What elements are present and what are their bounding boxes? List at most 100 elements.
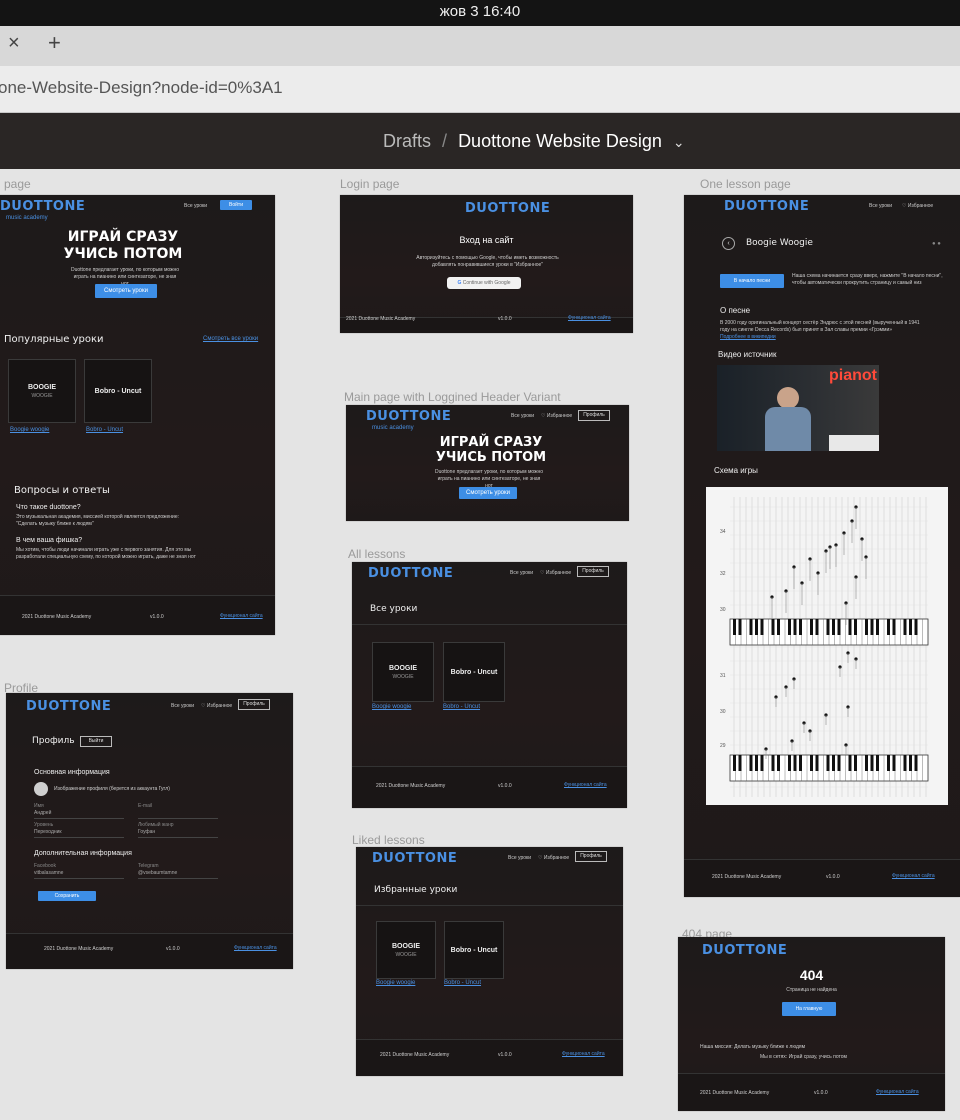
- back-arrow-icon[interactable]: ‹: [722, 237, 735, 250]
- name-field[interactable]: Андрей: [34, 810, 124, 819]
- frame-one-lesson[interactable]: DUOTTONE Все уроки ♡ Избранное ‹ Boogie …: [684, 195, 960, 897]
- logo-subtitle: music academy: [6, 215, 48, 221]
- see-all-link[interactable]: Смотреть все уроки: [203, 336, 258, 342]
- page-title: Все уроки: [370, 604, 418, 614]
- about-text: В 2000 году оригинальный концерт сестёр …: [720, 320, 920, 333]
- avatar[interactable]: [34, 782, 48, 796]
- frame-liked-lessons[interactable]: DUOTTONE Все уроки ♡ Избранное Профиль И…: [356, 847, 623, 1076]
- nav-all-lessons[interactable]: Все уроки: [510, 570, 533, 576]
- start-song-button[interactable]: В начало песни: [720, 274, 784, 288]
- profile-button[interactable]: Профиль: [577, 566, 609, 577]
- footer-link[interactable]: Функционал сайта: [892, 873, 935, 879]
- telegram-field[interactable]: @vsebaumtamne: [138, 870, 218, 879]
- about-link[interactable]: Подробнее в википедии: [720, 334, 776, 340]
- footer-copyright: 2021 Duottone Music Academy: [22, 614, 92, 620]
- error-code: 404: [799, 967, 824, 983]
- video-embed[interactable]: pianot: [717, 365, 879, 451]
- close-tab-icon[interactable]: ×: [8, 32, 20, 55]
- divider: [352, 624, 627, 625]
- scheme-tick: 30: [720, 607, 726, 613]
- card-link[interactable]: Boogie woogie: [376, 980, 415, 986]
- about-title: О песне: [720, 306, 751, 315]
- new-tab-button[interactable]: +: [48, 30, 61, 56]
- hero-line-1: ИГРАЙ СРАЗУ: [439, 435, 543, 450]
- frame-login-page[interactable]: DUOTTONE Вход на сайт Авторизуйтесь с по…: [340, 195, 633, 333]
- nav-favorites[interactable]: ♡ Избранное: [201, 703, 232, 709]
- nav-all-lessons[interactable]: Все уроки: [184, 203, 207, 209]
- footer-link[interactable]: Функционал сайта: [562, 1051, 605, 1057]
- login-button[interactable]: Войти: [220, 200, 252, 210]
- frame-label-liked[interactable]: Liked lessons: [352, 833, 425, 847]
- nav-favorites[interactable]: ♡ Избранное: [541, 413, 572, 419]
- login-title: Вход на сайт: [459, 235, 514, 245]
- frame-all-lessons[interactable]: DUOTTONE Все уроки ♡ Избранное Профиль В…: [352, 562, 627, 808]
- card-link[interactable]: Bobro - Uncut: [444, 980, 481, 986]
- card-link[interactable]: Boogie woogie: [372, 704, 411, 710]
- hero-button[interactable]: Смотреть уроки: [459, 487, 517, 499]
- profile-button[interactable]: Профиль: [578, 410, 610, 421]
- nav-all-lessons[interactable]: Все уроки: [171, 703, 194, 709]
- lesson-card[interactable]: BOOGIE WOOGIE: [376, 921, 436, 979]
- footer-copyright: 2021 Duottone Music Academy: [700, 1090, 770, 1096]
- lesson-card[interactable]: BOOGIE WOOGIE: [372, 642, 434, 702]
- popular-title: Популярные уроки: [4, 334, 104, 345]
- breadcrumb: Drafts / Duottone Website Design ⌄: [383, 131, 685, 152]
- frame-label-all-lessons[interactable]: All lessons: [348, 547, 405, 561]
- level-field[interactable]: Переходник: [34, 829, 124, 838]
- profile-button[interactable]: Профиль: [238, 699, 270, 710]
- file-name[interactable]: Duottone Website Design: [458, 131, 662, 151]
- frame-404[interactable]: DUOTTONE 404 Страница не найдена На глав…: [678, 937, 945, 1111]
- profile-button[interactable]: Профиль: [575, 851, 607, 862]
- footer-link[interactable]: Функционал сайта: [876, 1089, 919, 1095]
- nav-all-lessons[interactable]: Все уроки: [869, 203, 892, 209]
- footer-link[interactable]: Функционал сайта: [564, 782, 607, 788]
- nav-all-lessons[interactable]: Все уроки: [508, 855, 531, 861]
- nav-favorites[interactable]: ♡ Избранное: [540, 570, 571, 576]
- frame-label-main[interactable]: page: [4, 177, 31, 191]
- genre-field[interactable]: Гоуфан: [138, 829, 218, 838]
- footer-link[interactable]: Функционал сайта: [234, 945, 277, 951]
- frame-label-login[interactable]: Login page: [340, 177, 399, 191]
- google-login-button[interactable]: G Continue with Google: [447, 277, 521, 289]
- facebook-label: Facebook: [34, 863, 56, 869]
- play-scheme[interactable]: 34 32 30 31 30 29: [706, 487, 948, 805]
- frame-main-page[interactable]: DUOTTONE music academy Все уроки Войти И…: [0, 195, 275, 635]
- frame-profile[interactable]: DUOTTONE Все уроки ♡ Избранное Профиль П…: [6, 693, 293, 969]
- home-button[interactable]: На главную: [782, 1002, 836, 1016]
- hero-button[interactable]: Смотреть уроки: [95, 284, 157, 298]
- lesson-card[interactable]: Bobro - Uncut: [444, 921, 504, 979]
- nav-favorites[interactable]: ♡ Избранное: [538, 855, 569, 861]
- footer-link[interactable]: Функционал сайта: [568, 315, 611, 321]
- email-field[interactable]: [138, 810, 218, 819]
- nav-all-lessons[interactable]: Все уроки: [511, 413, 534, 419]
- name-label: Имя: [34, 803, 44, 809]
- footer-version: v1.0.0: [150, 614, 164, 620]
- card-title: Bobro - Uncut: [450, 669, 498, 676]
- nav-favorites[interactable]: ♡ Избранное: [902, 203, 933, 209]
- video-person-head: [777, 387, 799, 409]
- footer-version: v1.0.0: [814, 1090, 828, 1096]
- frame-main-logged[interactable]: DUOTTONE music academy Все уроки ♡ Избра…: [346, 405, 629, 521]
- figma-canvas[interactable]: page DUOTTONE music academy Все уроки Во…: [0, 169, 960, 1120]
- chevron-down-icon[interactable]: ⌄: [673, 134, 685, 150]
- breadcrumb-drafts[interactable]: Drafts: [383, 131, 431, 151]
- extra-info-title: Дополнительная информация: [34, 850, 132, 857]
- error-text: Страница не найдена: [786, 987, 837, 993]
- save-button[interactable]: Сохранить: [38, 891, 96, 901]
- logout-button[interactable]: Выйти: [80, 736, 112, 747]
- lesson-card[interactable]: BOOGIE WOOGIE: [8, 359, 76, 423]
- address-bar[interactable]: one-Website-Design?node-id=0%3A1: [0, 66, 960, 113]
- url-text[interactable]: one-Website-Design?node-id=0%3A1: [0, 78, 283, 98]
- play-scheme-svg: [729, 497, 929, 797]
- card-link[interactable]: Bobro - Uncut: [443, 704, 480, 710]
- card-link[interactable]: Boogie woogie: [10, 427, 49, 433]
- footer-link[interactable]: Функционал сайта: [220, 613, 263, 619]
- more-dots-icon[interactable]: ● ●: [932, 241, 941, 247]
- facebook-field[interactable]: vitbalasamne: [34, 870, 124, 879]
- lesson-card[interactable]: Bobro - Uncut: [443, 642, 505, 702]
- frame-label-lesson[interactable]: One lesson page: [700, 177, 791, 191]
- start-song-hint: Наша схема начинается сразу вверх, нажми…: [792, 273, 943, 286]
- lesson-card[interactable]: Bobro - Uncut: [84, 359, 152, 423]
- frame-label-main-logged[interactable]: Main page with Loggined Header Variant: [344, 390, 561, 404]
- card-link[interactable]: Bobro - Uncut: [86, 427, 123, 433]
